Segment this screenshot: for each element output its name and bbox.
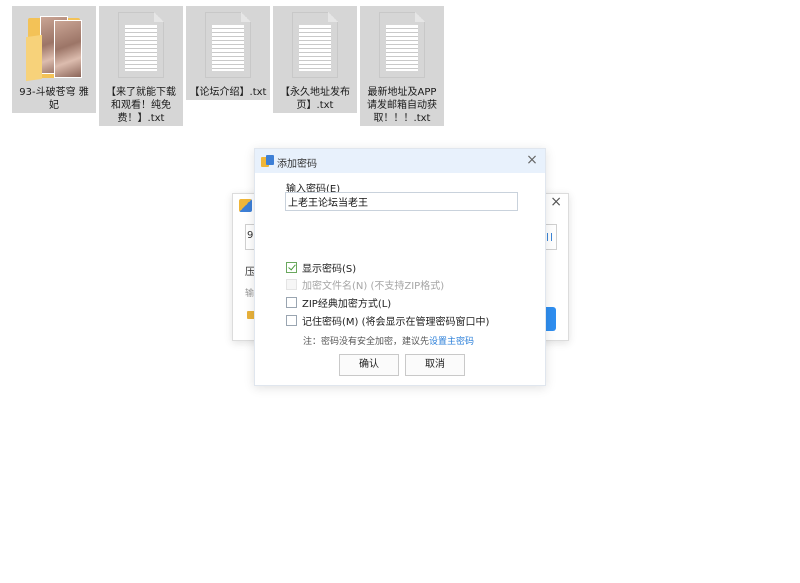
zip-classic-label: ZIP经典加密方式(L) bbox=[302, 298, 392, 310]
dialog-titlebar[interactable]: 添加密码 × bbox=[255, 149, 545, 173]
archive-icon bbox=[261, 155, 274, 167]
file-tile[interactable]: 【永久地址发布页】.txt bbox=[273, 6, 357, 113]
encrypt-filenames-checkbox: 加密文件名(N) (不支持ZIP格式) bbox=[286, 277, 445, 292]
start-button[interactable] bbox=[546, 307, 556, 331]
dialog-title: 添加密码 bbox=[277, 159, 317, 170]
file-tile[interactable]: 【来了就能下载和观看！纯免费！】.txt bbox=[99, 6, 183, 126]
checkbox-disabled bbox=[286, 278, 297, 290]
file-name: 【永久地址发布页】.txt bbox=[280, 87, 350, 111]
note-text: 注：密码没有安全加密，建议先 bbox=[303, 337, 430, 347]
checkbox-unchecked[interactable] bbox=[286, 296, 297, 308]
file-name: 【论坛介绍】.txt bbox=[189, 87, 267, 98]
password-input[interactable] bbox=[285, 192, 518, 211]
folder-tile[interactable]: 93-斗破苍穹 雅妃 bbox=[12, 6, 96, 113]
text-file-icon bbox=[287, 12, 343, 80]
text-file-icon bbox=[374, 12, 430, 80]
show-password-checkbox[interactable]: 显示密码(S) bbox=[286, 260, 357, 275]
bg-label-secondary: 输 bbox=[245, 289, 255, 299]
file-tile[interactable]: 最新地址及APP请发邮箱自动获取！！！.txt bbox=[360, 6, 444, 126]
path-field-text: 9 bbox=[247, 230, 254, 241]
ok-button[interactable]: 确认 bbox=[339, 354, 399, 376]
remember-password-checkbox[interactable]: 记住密码(M) (将会显示在管理密码窗口中) bbox=[286, 313, 490, 328]
cancel-button[interactable]: 取消 bbox=[405, 354, 465, 376]
file-name: 最新地址及APP请发邮箱自动获取！！！.txt bbox=[367, 87, 437, 124]
show-password-label: 显示密码(S) bbox=[302, 263, 357, 275]
set-master-password-link[interactable]: 设置主密码 bbox=[429, 337, 474, 347]
security-note: 注：密码没有安全加密，建议先设置主密码 bbox=[303, 334, 474, 347]
file-name: 93-斗破苍穹 雅妃 bbox=[19, 87, 89, 111]
file-tile[interactable]: 【论坛介绍】.txt bbox=[186, 6, 270, 100]
checkbox-unchecked[interactable] bbox=[286, 314, 297, 326]
checkbox-checked[interactable] bbox=[286, 261, 297, 273]
file-name: 【来了就能下载和观看！纯免费！】.txt bbox=[106, 87, 176, 124]
pause-icon[interactable] bbox=[547, 233, 552, 241]
text-file-icon bbox=[200, 12, 256, 80]
remember-password-label: 记住密码(M) (将会显示在管理密码窗口中) bbox=[302, 316, 490, 328]
add-password-dialog: 添加密码 × 输入密码(E) 显示密码(S) 加密文件名(N) (不支持ZIP格… bbox=[254, 148, 546, 386]
close-icon[interactable]: × bbox=[550, 194, 562, 210]
zip-classic-checkbox[interactable]: ZIP经典加密方式(L) bbox=[286, 295, 392, 310]
archive-icon bbox=[239, 199, 252, 212]
text-file-icon bbox=[113, 12, 169, 80]
close-icon[interactable]: × bbox=[523, 151, 541, 169]
encrypt-filenames-label: 加密文件名(N) (不支持ZIP格式) bbox=[302, 280, 445, 292]
folder-icon bbox=[26, 12, 82, 82]
